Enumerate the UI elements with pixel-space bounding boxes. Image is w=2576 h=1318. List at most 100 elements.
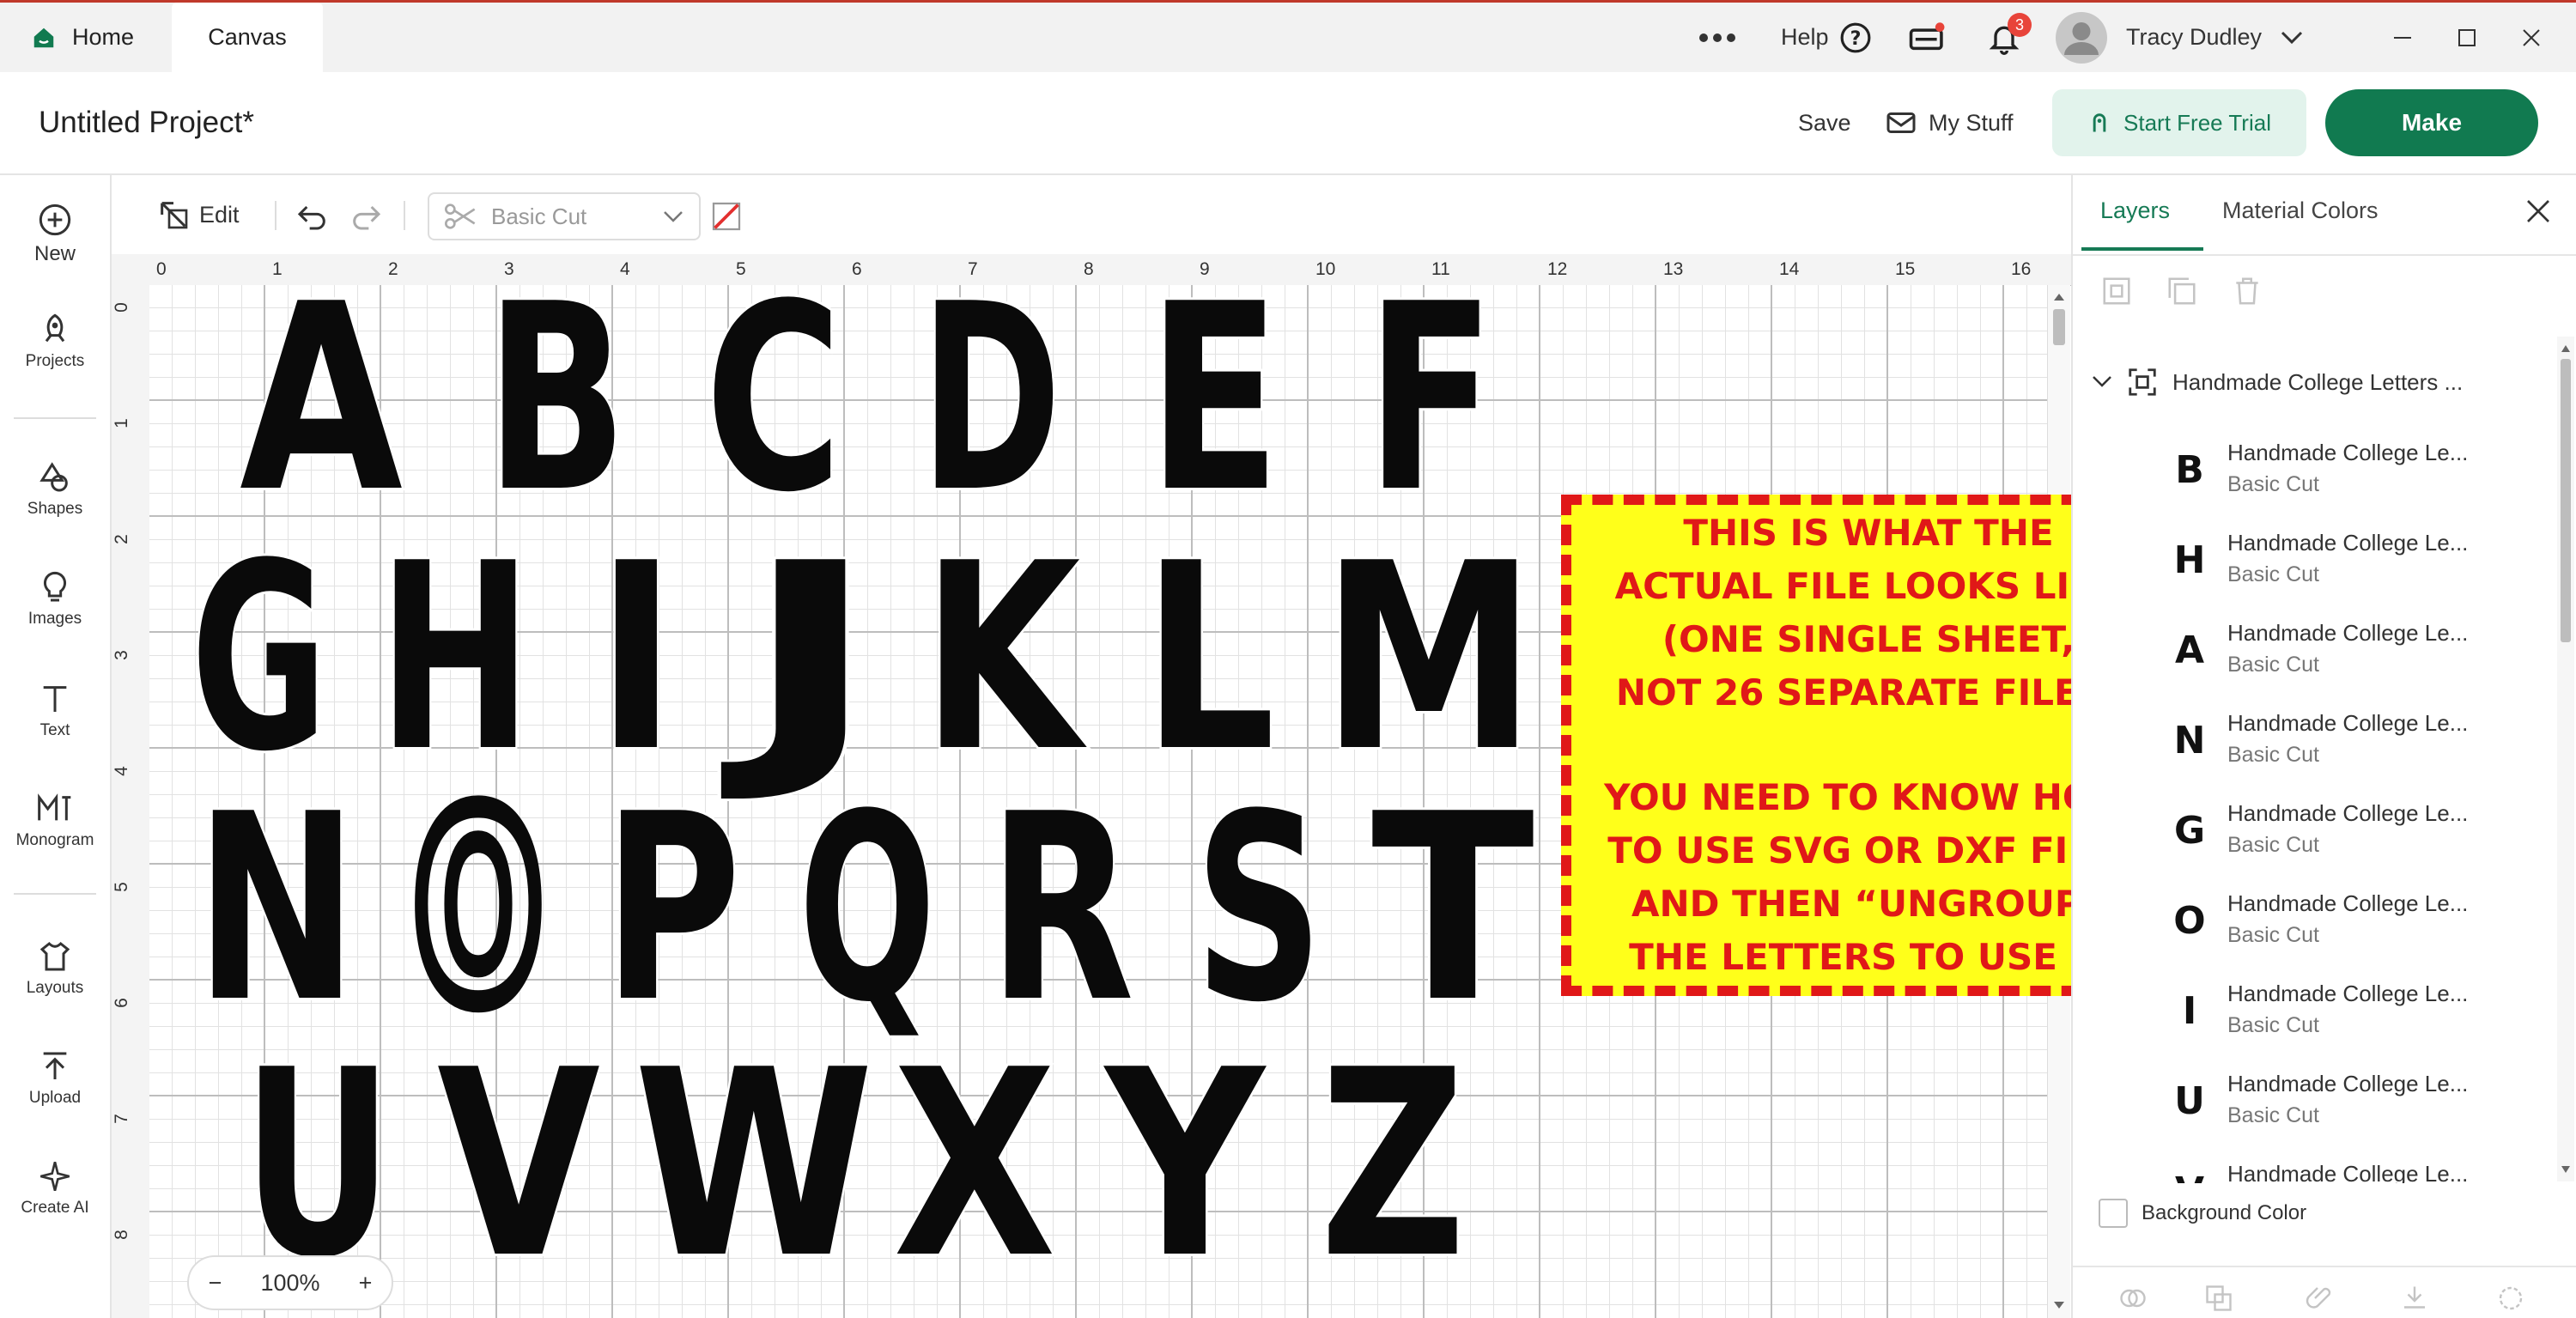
redo-button[interactable] bbox=[349, 201, 383, 234]
start-free-trial-button[interactable]: Start Free Trial bbox=[2052, 89, 2306, 156]
layer-operation: Basic Cut bbox=[2227, 472, 2319, 496]
undo-button[interactable] bbox=[295, 201, 330, 234]
tab-home[interactable]: Home bbox=[0, 3, 199, 72]
layer-group-row[interactable]: Handmade College Letters ... bbox=[2092, 359, 2555, 405]
window-close-button[interactable] bbox=[2521, 3, 2542, 72]
my-stuff-label: My Stuff bbox=[1929, 109, 2014, 136]
letter-r[interactable]: R bbox=[986, 756, 1137, 1061]
ruler-tick-label: 0 bbox=[111, 302, 131, 313]
group-button[interactable] bbox=[2100, 275, 2133, 312]
letter-o[interactable]: O bbox=[403, 748, 554, 1070]
letter-n[interactable]: N bbox=[192, 756, 361, 1061]
flatten-button[interactable] bbox=[2397, 1283, 2432, 1318]
ruler-tick-label: 13 bbox=[1663, 259, 1684, 279]
project-title[interactable]: Untitled Project* bbox=[39, 72, 254, 173]
duplicate-button[interactable] bbox=[2166, 275, 2198, 312]
ruler-tick-label: 1 bbox=[111, 418, 131, 428]
vertical-ruler: 0 1 2 3 4 5 6 7 8 bbox=[112, 285, 150, 1318]
ruler-tick-label: 3 bbox=[504, 259, 514, 279]
duplicate-icon bbox=[2168, 277, 2196, 305]
background-color-row[interactable]: Background Color bbox=[2099, 1199, 2306, 1228]
layer-item[interactable]: A Handmade College Le... Basic Cut bbox=[2073, 604, 2554, 695]
panel-close-button[interactable] bbox=[2524, 197, 2552, 229]
minimize-button[interactable] bbox=[2392, 3, 2413, 72]
more-options-button[interactable] bbox=[1698, 3, 1736, 72]
letter-s[interactable]: S bbox=[1192, 756, 1326, 1061]
layer-item[interactable]: B Handmade College Le... Basic Cut bbox=[2073, 424, 2554, 514]
rail-shapes[interactable]: Shapes bbox=[0, 460, 110, 519]
rail-layouts[interactable]: Layouts bbox=[0, 939, 110, 998]
operation-select[interactable]: Basic Cut bbox=[428, 192, 701, 240]
redo-icon bbox=[353, 205, 381, 230]
letter-q[interactable]: Q bbox=[796, 756, 939, 1061]
toolbar-divider bbox=[275, 201, 276, 230]
background-color-checkbox[interactable] bbox=[2099, 1199, 2128, 1228]
layer-item[interactable]: I Handmade College Le... Basic Cut bbox=[2073, 965, 2554, 1055]
layer-thumbnail: N bbox=[2173, 718, 2206, 762]
user-menu[interactable]: Tracy Dudley bbox=[2056, 3, 2303, 72]
letter-v[interactable]: V bbox=[434, 1012, 605, 1317]
maximize-button[interactable] bbox=[2458, 3, 2476, 72]
machine-button[interactable] bbox=[1908, 3, 1947, 72]
scrollbar-thumb[interactable] bbox=[2053, 309, 2065, 345]
ellipsis-icon bbox=[1699, 33, 1735, 42]
layer-operation: Basic Cut bbox=[2227, 743, 2319, 767]
rail-create-ai[interactable]: Create AI bbox=[0, 1159, 110, 1218]
layer-item[interactable]: N Handmade College Le... Basic Cut bbox=[2073, 695, 2554, 785]
zoom-in-button[interactable]: + bbox=[359, 1270, 373, 1297]
notifications-button[interactable]: 3 bbox=[1987, 3, 2032, 72]
letter-t[interactable]: T bbox=[1369, 756, 1538, 1061]
ruler-tick-label: 4 bbox=[111, 766, 131, 776]
zoom-out-button[interactable]: − bbox=[209, 1270, 222, 1297]
my-stuff-button[interactable]: My Stuff bbox=[1886, 72, 2014, 173]
layers-scrollbar[interactable] bbox=[2557, 337, 2574, 1181]
lightbulb-icon bbox=[43, 571, 67, 602]
rail-monogram[interactable]: Monogram bbox=[0, 792, 110, 850]
letter-p[interactable]: P bbox=[601, 756, 744, 1061]
color-swatch-button[interactable] bbox=[711, 201, 742, 236]
layer-item[interactable]: G Handmade College Le... Basic Cut bbox=[2073, 785, 2554, 875]
rail-images[interactable]: Images bbox=[0, 570, 110, 629]
note-line: (one single sheet, bbox=[1662, 618, 2075, 660]
group-icon bbox=[2129, 368, 2156, 396]
close-icon bbox=[2523, 28, 2540, 46]
envelope-icon bbox=[1886, 112, 1916, 133]
tab-canvas[interactable]: Canvas bbox=[172, 3, 323, 72]
scrollbar-thumb[interactable] bbox=[2561, 359, 2571, 642]
attach-button[interactable] bbox=[2303, 1283, 2337, 1318]
svg-text:?: ? bbox=[1850, 27, 1861, 49]
layer-item[interactable]: O Handmade College Le... Basic Cut bbox=[2073, 875, 2554, 965]
save-button[interactable]: Save bbox=[1798, 72, 1851, 173]
layer-name: Handmade College Le... bbox=[2227, 800, 2469, 826]
letter-x[interactable]: X bbox=[890, 1012, 1059, 1317]
rail-new[interactable]: New bbox=[0, 203, 110, 266]
ruler-tick-label: 14 bbox=[1779, 259, 1800, 279]
make-button[interactable]: Make bbox=[2325, 89, 2538, 156]
contour-button[interactable] bbox=[2494, 1283, 2528, 1318]
letter-z[interactable]: Z bbox=[1317, 1012, 1468, 1317]
note-line: actual file looks like bbox=[1614, 565, 2123, 607]
ruler-tick-label: 12 bbox=[1547, 259, 1568, 279]
rail-projects[interactable]: Projects bbox=[0, 313, 110, 371]
combine-button[interactable] bbox=[2116, 1283, 2150, 1318]
letter-w[interactable]: W bbox=[631, 1012, 877, 1317]
help-button[interactable]: Help ? bbox=[1781, 3, 1872, 72]
delete-button[interactable] bbox=[2231, 275, 2263, 312]
arrange-button[interactable] bbox=[2202, 1283, 2236, 1318]
edit-button[interactable]: Edit bbox=[156, 191, 240, 239]
note-line: This is what the bbox=[1683, 512, 2054, 554]
ruler-tick-label: 2 bbox=[111, 534, 131, 544]
layer-item[interactable]: U Handmade College Le... Basic Cut bbox=[2073, 1055, 2554, 1145]
letter-y[interactable]: Y bbox=[1100, 1012, 1270, 1317]
plus-circle-icon bbox=[39, 203, 71, 236]
zoom-level[interactable]: 100% bbox=[260, 1270, 319, 1297]
rail-text[interactable]: Text bbox=[0, 682, 110, 740]
rail-upload[interactable]: Upload bbox=[0, 1049, 110, 1108]
tab-layers[interactable]: Layers bbox=[2100, 197, 2170, 224]
layer-item[interactable]: H Handmade College Le... Basic Cut bbox=[2073, 514, 2554, 604]
tab-material-colors[interactable]: Material Colors bbox=[2222, 197, 2379, 224]
layer-operation: Basic Cut bbox=[2227, 562, 2319, 586]
layer-item[interactable]: V Handmade College Le... bbox=[2073, 1145, 2554, 1183]
rail-monogram-label: Monogram bbox=[15, 831, 94, 849]
scissors-icon bbox=[445, 203, 476, 229]
